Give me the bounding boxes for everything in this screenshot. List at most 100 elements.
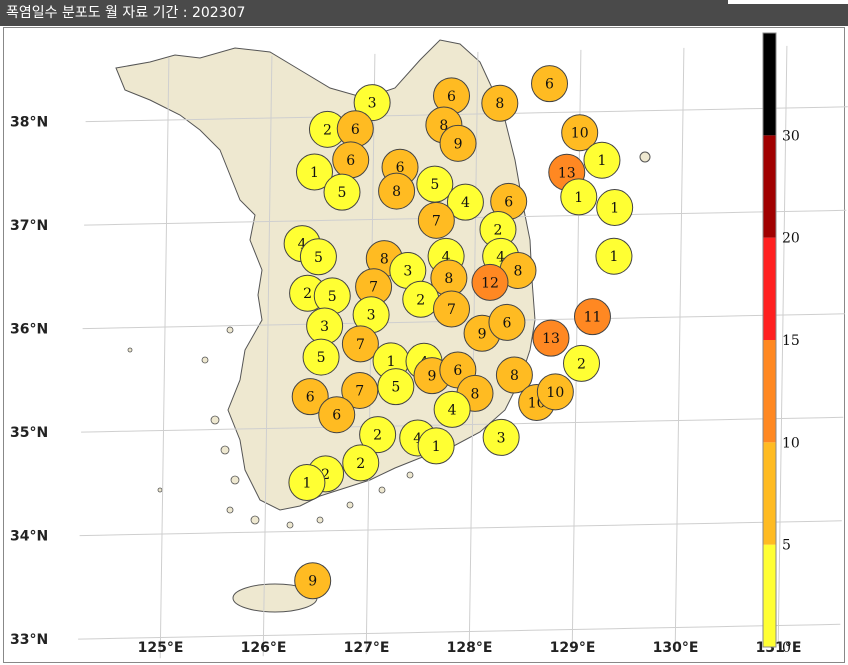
- station-value: 8: [444, 271, 453, 287]
- colorbar-tick: 10: [782, 435, 800, 451]
- station-marker: 3: [306, 307, 344, 345]
- station-marker: 7: [417, 201, 455, 239]
- latitude-label: 36°N: [10, 321, 48, 337]
- station-marker: 6: [332, 141, 370, 179]
- station-value: 1: [597, 153, 606, 169]
- colorbar-segment: [763, 135, 776, 238]
- station-marker: 5: [302, 338, 340, 376]
- station-value: 2: [494, 222, 503, 238]
- station-value: 6: [447, 89, 456, 105]
- station-marker: 5: [377, 368, 415, 406]
- station-value: 8: [392, 184, 401, 200]
- station-marker: 3: [482, 418, 520, 456]
- station-value: 10: [546, 385, 564, 401]
- station-value: 8: [514, 263, 523, 279]
- station-value: 1: [432, 439, 441, 455]
- station-value: 8: [495, 96, 504, 112]
- longitude-line: [159, 57, 170, 659]
- colorbar: 0 5 10 15 20 30: [762, 32, 800, 656]
- station-value: 9: [308, 574, 317, 590]
- station-value: 11: [584, 310, 602, 326]
- station-value: 8: [380, 252, 389, 268]
- longitude-label: 128°E: [447, 640, 493, 656]
- station-value: 3: [403, 264, 412, 280]
- station-value: 4: [448, 402, 457, 418]
- station-value: 6: [504, 194, 513, 210]
- station-value: 1: [609, 249, 618, 265]
- station-value: 8: [510, 368, 519, 384]
- longitude-label: 129°E: [550, 640, 596, 656]
- colorbar-segment: [763, 544, 776, 647]
- station-value: 5: [430, 177, 439, 193]
- station-value: 6: [545, 77, 554, 93]
- longitude-label: 125°E: [138, 640, 184, 656]
- station-marker: 11: [573, 298, 611, 336]
- station-value: 4: [461, 195, 470, 211]
- station-value: 5: [391, 380, 400, 396]
- station-marker: 1: [560, 178, 598, 216]
- station-marker: 4: [433, 390, 471, 428]
- longitude-label: 126°E: [241, 640, 287, 656]
- station-value: 1: [610, 201, 619, 217]
- station-value: 9: [428, 369, 437, 385]
- longitude-label: 131°E: [756, 640, 802, 656]
- colorbar-segment: [763, 33, 776, 136]
- latitude-label: 33°N: [10, 632, 48, 648]
- station-value: 1: [310, 165, 319, 181]
- station-value: 12: [481, 275, 499, 291]
- station-value: 8: [471, 386, 480, 402]
- station-value: 7: [369, 280, 378, 296]
- longitude-labels: 125°E 126°E 127°E 128°E 129°E 130°E 131°E: [138, 640, 802, 656]
- station-marker: 5: [323, 173, 361, 211]
- colorbar-segment: [763, 237, 776, 340]
- station-value: 1: [574, 190, 583, 206]
- station-value: 7: [447, 302, 456, 318]
- station-value: 9: [454, 136, 463, 152]
- longitude-label: 130°E: [653, 640, 699, 656]
- station-value: 13: [558, 165, 576, 181]
- station-marker: 2: [563, 344, 601, 382]
- station-value: 2: [416, 292, 425, 308]
- colorbar-segment: [763, 442, 776, 545]
- heatwave-map: 38°N 37°N 36°N 35°N 34°N 33°N 125°E 126°E 127°E…: [10, 32, 848, 659]
- station-value: 5: [338, 185, 347, 201]
- station-value: 2: [577, 356, 586, 372]
- station-value: 5: [328, 289, 337, 305]
- latitude-label: 37°N: [10, 218, 48, 234]
- station-marker: 1: [595, 237, 633, 275]
- latitude-line: [79, 520, 842, 537]
- station-marker: 10: [536, 373, 574, 411]
- latitude-label: 38°N: [10, 114, 48, 130]
- station-value: 6: [306, 390, 315, 406]
- station-value: 10: [571, 126, 589, 142]
- station-marker: 6: [531, 65, 569, 103]
- latitude-line: [78, 623, 841, 640]
- station-marker: 5: [416, 165, 454, 203]
- station-value: 7: [356, 337, 365, 353]
- station-marker: 9: [439, 124, 477, 162]
- longitude-label: 127°E: [344, 640, 390, 656]
- station-marker: 1: [596, 189, 634, 227]
- colorbar-tick: 15: [782, 333, 800, 349]
- station-value: 9: [478, 326, 487, 342]
- station-marker: 6: [336, 110, 374, 148]
- ulleung-island: [639, 151, 651, 163]
- station-value: 7: [355, 383, 364, 399]
- station-value: 6: [502, 315, 511, 331]
- station-value: 3: [320, 319, 329, 335]
- station-value: 5: [314, 250, 323, 266]
- latitude-label: 34°N: [10, 528, 48, 544]
- longitude-line: [674, 47, 685, 649]
- station-marker: 1: [288, 464, 326, 502]
- station-value: 5: [317, 350, 326, 366]
- station-marker: 12: [471, 263, 509, 301]
- station-marker: 7: [341, 325, 379, 363]
- colorbar-tick: 20: [782, 231, 800, 247]
- colorbar-tick: 5: [782, 538, 791, 554]
- station-marker: 8: [378, 172, 416, 210]
- station-marker: 2: [342, 444, 380, 482]
- station-value: 6: [453, 363, 462, 379]
- station-value: 2: [356, 456, 365, 472]
- station-value: 1: [387, 354, 396, 370]
- station-value: 6: [346, 153, 355, 169]
